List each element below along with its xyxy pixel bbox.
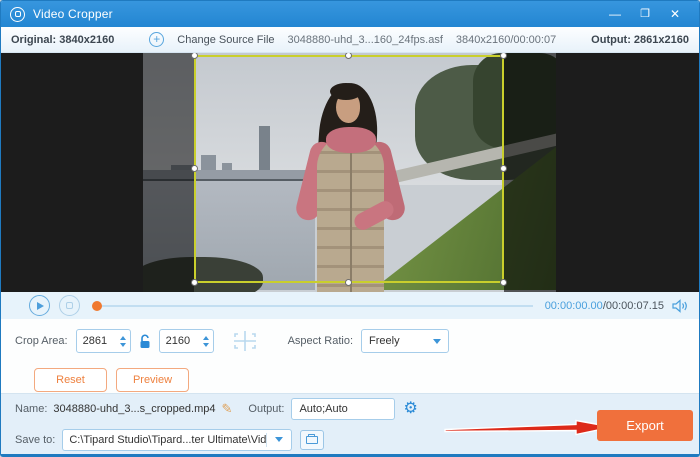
export-button[interactable]: Export <box>597 410 693 441</box>
close-icon[interactable]: ✕ <box>660 1 690 27</box>
aspect-ratio-value: Freely <box>369 335 400 347</box>
maximize-icon[interactable]: ❐ <box>630 1 660 27</box>
time-display: 00:00:00.00/00:00:07.15 <box>544 299 664 312</box>
crop-center-button[interactable] <box>230 328 260 354</box>
export-settings-bar: Name: 3048880-uhd_3...s_cropped.mp4 ✎ Ou… <box>1 394 699 454</box>
save-to-label: Save to: <box>15 433 56 446</box>
name-label: Name: <box>15 403 48 415</box>
crop-width-input[interactable] <box>82 335 113 347</box>
crop-handle-bottom-left[interactable] <box>191 279 198 286</box>
source-filename: 3048880-uhd_3...160_24fps.asf <box>287 33 443 46</box>
video-preview-area <box>1 53 699 292</box>
aspect-lock-button[interactable] <box>138 333 152 349</box>
play-button[interactable] <box>29 295 50 316</box>
aspect-ratio-select[interactable]: Freely <box>361 329 450 353</box>
preview-button[interactable]: Preview <box>116 368 189 392</box>
stop-button[interactable] <box>59 295 80 316</box>
window-title: Video Cropper <box>33 7 113 21</box>
original-resolution-label: Original: 3840x2160 <box>11 33 115 46</box>
reset-button[interactable]: Reset <box>34 368 107 392</box>
play-icon <box>37 301 44 310</box>
output-resolution-label: Output: 2861x2160 <box>591 33 689 46</box>
spinner-down-icon[interactable] <box>119 342 126 347</box>
crop-dim-overlay-left <box>143 53 194 292</box>
video-cropper-window: Video Cropper — ❐ ✕ Original: 3840x2160 … <box>0 0 700 457</box>
spinner-up-icon[interactable] <box>202 335 209 340</box>
slider-thumb[interactable] <box>92 300 102 311</box>
crop-handle-middle-right[interactable] <box>500 165 507 172</box>
info-bar: Original: 3840x2160 + Change Source File… <box>1 27 699 53</box>
unlock-icon <box>140 333 150 348</box>
crop-width-field[interactable] <box>75 329 131 353</box>
window-controls: — ❐ ✕ <box>600 1 690 27</box>
crosshair-icon <box>233 331 256 351</box>
save-path-value: C:\Tipard Studio\Tipard...ter Ultimate\V… <box>69 433 267 446</box>
edit-name-icon[interactable]: ✎ <box>221 401 232 417</box>
output-format-input[interactable] <box>292 403 395 415</box>
add-source-icon[interactable]: + <box>149 32 165 47</box>
crop-width-spinner[interactable] <box>119 335 126 347</box>
crop-handle-bottom-center[interactable] <box>345 279 352 286</box>
folder-icon <box>306 433 319 444</box>
crop-handle-top-center[interactable] <box>345 53 352 59</box>
crop-dim-overlay-right <box>504 53 556 292</box>
crop-height-input[interactable] <box>165 335 196 347</box>
annotation-arrow-icon <box>444 419 613 436</box>
dropdown-arrow-icon <box>433 338 442 344</box>
aspect-ratio-label: Aspect Ratio: <box>287 335 354 347</box>
browse-folder-button[interactable] <box>300 429 325 450</box>
crop-area-label: Crop Area: <box>15 335 68 347</box>
save-path-select[interactable]: C:\Tipard Studio\Tipard...ter Ultimate\V… <box>62 428 293 451</box>
stop-icon <box>66 302 73 309</box>
crop-handle-top-left[interactable] <box>191 53 198 59</box>
spinner-up-icon[interactable] <box>119 335 126 340</box>
app-logo-icon <box>10 6 25 22</box>
crop-controls-panel: Crop Area: 2861 2160 Aspect Ratio: Freel… <box>1 319 699 394</box>
playback-progress-slider[interactable] <box>92 300 533 311</box>
output-format-field[interactable] <box>291 398 396 420</box>
crop-height-field[interactable] <box>158 329 214 353</box>
player-controls-bar: 00:00:00.00/00:00:07.15 <box>1 292 699 319</box>
volume-icon[interactable] <box>672 298 689 313</box>
title-bar: Video Cropper — ❐ ✕ <box>1 1 699 27</box>
change-source-file-button[interactable]: Change Source File <box>177 34 274 46</box>
source-resolution-duration: 3840x2160/00:00:07 <box>455 33 557 46</box>
crop-height-spinner[interactable] <box>202 335 209 347</box>
current-time: 00:00:00.00 <box>544 299 603 312</box>
crop-selection-frame[interactable] <box>191 53 507 286</box>
spinner-down-icon[interactable] <box>202 342 209 347</box>
crop-handle-bottom-right[interactable] <box>500 279 507 286</box>
output-filename: 3048880-uhd_3...s_cropped.mp4 <box>53 403 216 415</box>
minimize-icon[interactable]: — <box>600 1 630 27</box>
gear-icon[interactable]: ⚙ <box>403 401 417 417</box>
total-time: 00:00:07.15 <box>605 299 664 312</box>
output-format-label: Output: <box>248 403 285 415</box>
crop-handle-middle-left[interactable] <box>191 165 198 172</box>
dropdown-arrow-icon <box>275 437 284 442</box>
